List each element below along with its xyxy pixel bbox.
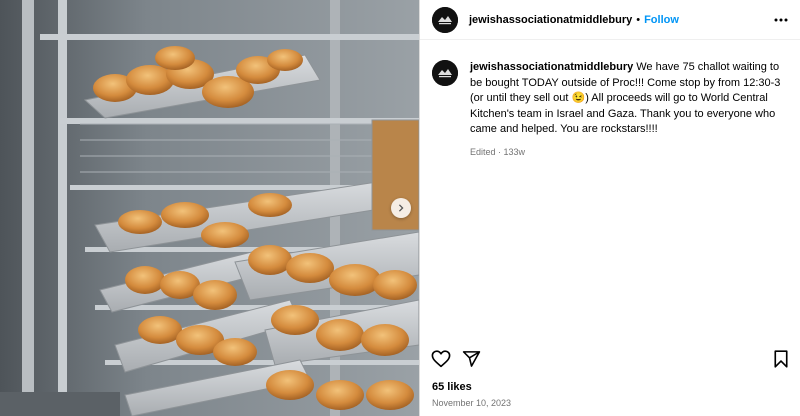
bookmark-icon — [774, 350, 788, 368]
post-photo[interactable] — [0, 0, 419, 416]
post-date[interactable]: November 10, 2023 — [432, 398, 511, 408]
caption-block: jewishassociationatmiddlebury We have 75 … — [432, 60, 792, 157]
caption-text: jewishassociationatmiddlebury We have 75 … — [470, 60, 792, 138]
post-username[interactable]: jewishassociationatmiddlebury — [469, 14, 632, 26]
save-button[interactable] — [770, 348, 792, 370]
more-horizontal-icon — [774, 18, 788, 22]
post-side-pane: jewishassociationatmiddlebury • Follow j… — [419, 0, 800, 416]
post-header: jewishassociationatmiddlebury • Follow — [420, 0, 800, 40]
more-options-button[interactable] — [773, 12, 789, 28]
likes-count[interactable]: 65 likes — [432, 381, 472, 393]
separator-dot: • — [636, 13, 641, 26]
avatar[interactable] — [432, 6, 458, 33]
like-button[interactable] — [430, 348, 452, 370]
caption-meta: Edited · 133w — [470, 146, 526, 157]
caption-body: jewishassociationatmiddlebury We have 75 … — [470, 60, 792, 157]
bread-rack-image — [0, 0, 419, 416]
carousel-next-button[interactable] — [391, 198, 411, 218]
caption-username[interactable]: jewishassociationatmiddlebury — [470, 61, 633, 73]
caption-avatar[interactable] — [432, 60, 458, 86]
profile-avatar-icon — [432, 60, 458, 86]
action-bar — [420, 346, 800, 374]
chevron-right-icon — [398, 204, 404, 212]
profile-avatar-icon — [432, 6, 458, 33]
share-button[interactable] — [460, 348, 482, 370]
follow-button[interactable]: Follow — [644, 14, 679, 26]
send-icon — [462, 351, 480, 367]
heart-icon — [431, 350, 451, 368]
